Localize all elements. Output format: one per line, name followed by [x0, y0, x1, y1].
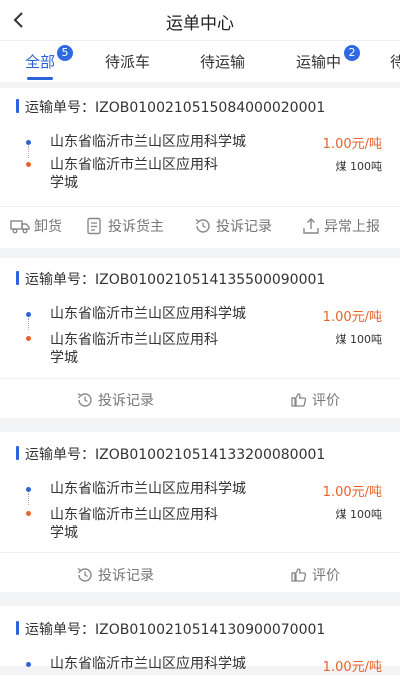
- divider: [0, 552, 400, 553]
- divider: [0, 378, 400, 379]
- destination-address-line2: 学城: [50, 350, 78, 366]
- origin-dot: [26, 487, 31, 492]
- tab-in-transit[interactable]: 运输中 2: [296, 45, 360, 72]
- order-number: 运输单号：IZOB0100210514135500090001: [16, 269, 325, 289]
- complaint-history-label: 投诉记录: [98, 393, 154, 409]
- origin-address: 山东省临沂市兰山区应用科学城: [50, 481, 246, 497]
- destination-address-line1: 山东省临沂市兰山区应用科: [50, 332, 218, 348]
- origin-dot: [26, 312, 31, 317]
- destination-dot: [26, 162, 31, 167]
- order-card[interactable]: 运输单号：IZOB0100210514135500090001 山东省临沂市兰山…: [0, 258, 400, 418]
- destination-address-line1: 山东省临沂市兰山区应用科: [50, 157, 218, 173]
- tab-in-transit-label: 运输中: [296, 53, 342, 71]
- origin-address: 山东省临沂市兰山区应用科学城: [50, 134, 246, 150]
- complain-shipper-button[interactable]: 投诉货主: [86, 216, 164, 236]
- history-clock-icon: [77, 567, 92, 582]
- unload-button[interactable]: 卸货: [10, 216, 62, 236]
- cargo-info: 煤 100吨: [335, 160, 383, 173]
- history-clock-icon: [77, 392, 92, 407]
- tab-pending-dispatch-label: 待派车: [105, 53, 151, 71]
- complaint-history-button[interactable]: 投诉记录: [76, 565, 154, 585]
- destination-address-line2: 学城: [50, 525, 78, 541]
- order-card[interactable]: 运输单号：IZOB0100210515084000020001 山东省临沂市兰山…: [0, 88, 400, 248]
- freight-price: 1.00元/吨: [322, 485, 382, 500]
- rate-button[interactable]: 评价: [290, 565, 340, 585]
- destination-dot: [26, 511, 31, 516]
- destination-address-line1: 山东省临沂市兰山区应用科: [50, 507, 218, 523]
- freight-price: 1.00元/吨: [322, 137, 382, 152]
- tab-in-transit-badge: 2: [344, 45, 360, 61]
- rating-hand-icon: [291, 568, 307, 582]
- rate-button[interactable]: 评价: [290, 390, 340, 410]
- history-clock-icon: [195, 218, 210, 233]
- order-card[interactable]: 运输单号：IZOB0100210514130900070001 山东省临沂市兰山…: [0, 606, 400, 675]
- order-number: 运输单号：IZOB0100210514130900070001: [16, 619, 325, 639]
- document-edit-icon: [87, 217, 101, 235]
- cargo-info: 煤 100吨: [335, 333, 383, 346]
- report-exception-button[interactable]: 异常上报: [302, 216, 380, 236]
- complaint-history-button[interactable]: 投诉记录: [76, 390, 154, 410]
- rate-label: 评价: [312, 393, 340, 409]
- unload-label: 卸货: [34, 219, 62, 235]
- rating-hand-icon: [291, 393, 307, 407]
- tab-pending-transport[interactable]: 待运输: [200, 51, 245, 72]
- tab-more-label: 待: [390, 53, 400, 71]
- tab-all[interactable]: 全部 5: [25, 45, 73, 72]
- complaint-history-label: 投诉记录: [98, 568, 154, 584]
- order-card[interactable]: 运输单号：IZOB0100210514133200080001 山东省临沂市兰山…: [0, 432, 400, 592]
- complaint-history-label: 投诉记录: [216, 219, 272, 235]
- route-connector: [28, 146, 29, 158]
- complain-shipper-label: 投诉货主: [108, 219, 164, 235]
- order-number: 运输单号：IZOB0100210514133200080001: [16, 444, 325, 464]
- route-connector: [28, 318, 29, 330]
- divider: [0, 206, 400, 207]
- tab-more[interactable]: 待: [390, 51, 400, 72]
- report-exception-label: 异常上报: [324, 219, 380, 235]
- truck-icon: [10, 220, 30, 234]
- top-bar: 运单中心: [0, 0, 400, 40]
- tab-all-label: 全部: [25, 53, 56, 71]
- origin-dot: [26, 662, 31, 667]
- status-tabs: 全部 5 待派车 待运输 运输中 2 待: [0, 40, 400, 82]
- route-connector: [28, 493, 29, 505]
- cargo-info: 煤 100吨: [335, 508, 383, 521]
- page-title: 运单中心: [166, 14, 234, 34]
- destination-dot: [26, 336, 31, 341]
- origin-address: 山东省临沂市兰山区应用科学城: [50, 306, 246, 322]
- upload-icon: [303, 218, 319, 234]
- rate-label: 评价: [312, 568, 340, 584]
- tab-all-badge: 5: [57, 45, 73, 61]
- order-number: 运输单号：IZOB0100210515084000020001: [16, 97, 325, 117]
- tab-pending-transport-label: 待运输: [200, 53, 246, 71]
- origin-dot: [26, 140, 31, 145]
- tab-pending-dispatch[interactable]: 待派车: [105, 51, 150, 72]
- complaint-history-button[interactable]: 投诉记录: [194, 216, 272, 236]
- origin-address: 山东省临沂市兰山区应用科学城: [50, 656, 246, 672]
- destination-address-line2: 学城: [50, 175, 78, 191]
- active-tab-indicator: [27, 77, 53, 80]
- freight-price: 1.00元/吨: [322, 310, 382, 325]
